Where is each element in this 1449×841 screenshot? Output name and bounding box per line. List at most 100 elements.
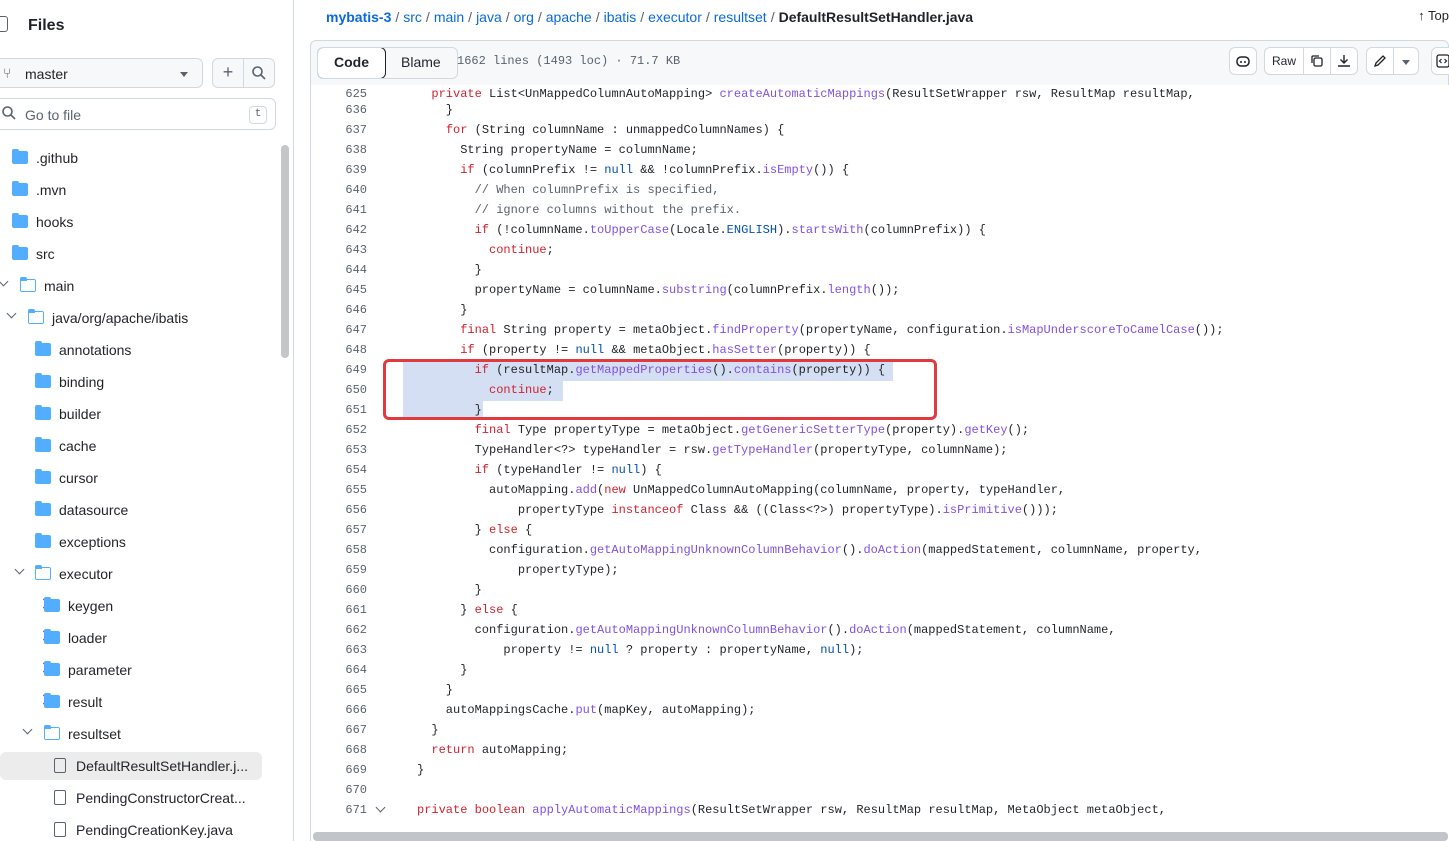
edit-button[interactable] — [1366, 47, 1394, 75]
line-number[interactable]: 644 — [311, 263, 367, 277]
tree-item-executor[interactable]: executor — [0, 560, 262, 588]
download-button[interactable] — [1330, 47, 1358, 75]
line-number[interactable]: 661 — [311, 603, 367, 617]
top-link[interactable]: ↑ Top — [1418, 8, 1449, 23]
line-number[interactable]: 651 — [311, 403, 367, 417]
tree-item-defaultresultsethandler-j-[interactable]: DefaultResultSetHandler.j... — [0, 752, 262, 780]
tree-item-hooks[interactable]: hooks — [0, 208, 262, 236]
line-number[interactable]: 655 — [311, 483, 367, 497]
line-number[interactable]: 654 — [311, 463, 367, 477]
line-number[interactable]: 642 — [311, 223, 367, 237]
chevron-down-icon[interactable] — [22, 724, 33, 735]
tree-item-result[interactable]: result — [0, 688, 262, 716]
chevron-down-icon[interactable] — [375, 802, 386, 813]
folder-open-icon — [27, 308, 44, 324]
line-number[interactable]: 625 — [311, 87, 367, 101]
tree-item-cursor[interactable]: cursor — [0, 464, 262, 492]
tree-item-annotations[interactable]: annotations — [0, 336, 262, 364]
tree-item-label: src — [36, 246, 55, 262]
tree-item-datasource[interactable]: datasource — [0, 496, 262, 524]
tree-item--github[interactable]: .github — [0, 144, 262, 172]
tree-item-exceptions[interactable]: exceptions — [0, 528, 262, 556]
line-number[interactable]: 670 — [311, 783, 367, 797]
tree-item-parameter[interactable]: parameter — [0, 656, 262, 684]
tree-item-pendingcreationkey-java[interactable]: PendingCreationKey.java — [0, 816, 262, 841]
file-icon — [54, 790, 66, 805]
line-number[interactable]: 657 — [311, 523, 367, 537]
line-number[interactable]: 639 — [311, 163, 367, 177]
tree-item-src[interactable]: src — [0, 240, 262, 268]
edit-options-button[interactable] — [1393, 47, 1419, 75]
search-files-button[interactable] — [243, 58, 275, 88]
chevron-down-icon[interactable] — [14, 564, 25, 575]
tree-item-cache[interactable]: cache — [0, 432, 262, 460]
branch-selector[interactable]: ⑂ master — [0, 58, 203, 88]
line-number[interactable]: 664 — [311, 663, 367, 677]
line-number[interactable]: 659 — [311, 563, 367, 577]
line-number[interactable]: 667 — [311, 723, 367, 737]
line-number[interactable]: 665 — [311, 683, 367, 697]
breadcrumb-link-java[interactable]: java — [476, 9, 502, 25]
tree-item--mvn[interactable]: .mvn — [0, 176, 262, 204]
line-number[interactable]: 669 — [311, 763, 367, 777]
line-number[interactable]: 645 — [311, 283, 367, 297]
add-file-button[interactable]: + — [212, 58, 244, 88]
sidebar-collapse-icon[interactable] — [0, 16, 8, 32]
breadcrumb-link-org[interactable]: org — [514, 9, 534, 25]
tab-blame[interactable]: Blame — [385, 48, 457, 78]
line-number[interactable]: 649 — [311, 363, 367, 377]
go-to-file-input[interactable]: Go to file t — [0, 98, 276, 130]
line-number[interactable]: 668 — [311, 743, 367, 757]
horizontal-scrollbar[interactable] — [313, 832, 1448, 841]
code-view[interactable]: 625 private List<UnMappedColumnAutoMappi… — [310, 85, 1449, 841]
breadcrumb-link-ibatis[interactable]: ibatis — [604, 9, 637, 25]
tree-item-label: datasource — [59, 502, 129, 518]
line-number[interactable]: 638 — [311, 143, 367, 157]
breadcrumb-link-apache[interactable]: apache — [546, 9, 592, 25]
tab-code[interactable]: Code — [317, 48, 386, 78]
code-text: autoMapping.add(new UnMappedColumnAutoMa… — [417, 483, 1066, 497]
tree-scrollbar[interactable] — [281, 145, 289, 358]
line-number[interactable]: 660 — [311, 583, 367, 597]
breadcrumb-link-resultset[interactable]: resultset — [714, 9, 767, 25]
line-number[interactable]: 671 — [311, 803, 367, 817]
tree-item-label: exceptions — [59, 534, 126, 550]
breadcrumb-link-executor[interactable]: executor — [648, 9, 702, 25]
chevron-down-icon[interactable] — [0, 276, 9, 287]
copy-raw-button[interactable] — [1303, 47, 1331, 75]
line-number[interactable]: 647 — [311, 323, 367, 337]
line-number[interactable]: 641 — [311, 203, 367, 217]
tree-item-keygen[interactable]: keygen — [0, 592, 262, 620]
line-number[interactable]: 653 — [311, 443, 367, 457]
top-link-label: Top — [1428, 8, 1449, 23]
tree-item-builder[interactable]: builder — [0, 400, 262, 428]
copilot-button[interactable] — [1229, 47, 1257, 75]
breadcrumb-link-main[interactable]: main — [434, 9, 464, 25]
tree-item-java-org-apache-ibatis[interactable]: java/org/apache/ibatis — [0, 304, 262, 332]
line-number[interactable]: 656 — [311, 503, 367, 517]
raw-button[interactable]: Raw — [1264, 47, 1304, 75]
line-number[interactable]: 650 — [311, 383, 367, 397]
line-number[interactable]: 640 — [311, 183, 367, 197]
line-number[interactable]: 666 — [311, 703, 367, 717]
line-number[interactable]: 646 — [311, 303, 367, 317]
tree-item-pendingconstructorcreat-[interactable]: PendingConstructorCreat... — [0, 784, 262, 812]
breadcrumb: mybatis-3/src / main / java / org / apache / ibati… — [326, 9, 973, 25]
chevron-down-icon[interactable] — [6, 308, 17, 319]
line-number[interactable]: 662 — [311, 623, 367, 637]
line-number[interactable]: 636 — [311, 103, 367, 117]
tree-item-main[interactable]: main — [0, 272, 262, 300]
line-number[interactable]: 643 — [311, 243, 367, 257]
symbols-panel-button[interactable] — [1431, 47, 1449, 75]
breadcrumb-repo-link[interactable]: mybatis-3 — [326, 9, 391, 25]
line-number[interactable]: 658 — [311, 543, 367, 557]
line-number[interactable]: 663 — [311, 643, 367, 657]
line-number[interactable]: 637 — [311, 123, 367, 137]
tree-item-binding[interactable]: binding — [0, 368, 262, 396]
tree-item-resultset[interactable]: resultset — [0, 720, 262, 748]
line-number[interactable]: 652 — [311, 423, 367, 437]
line-number[interactable]: 648 — [311, 343, 367, 357]
breadcrumb-current-file: DefaultResultSetHandler.java — [778, 9, 974, 25]
tree-item-loader[interactable]: loader — [0, 624, 262, 652]
breadcrumb-link-src[interactable]: src — [403, 9, 422, 25]
